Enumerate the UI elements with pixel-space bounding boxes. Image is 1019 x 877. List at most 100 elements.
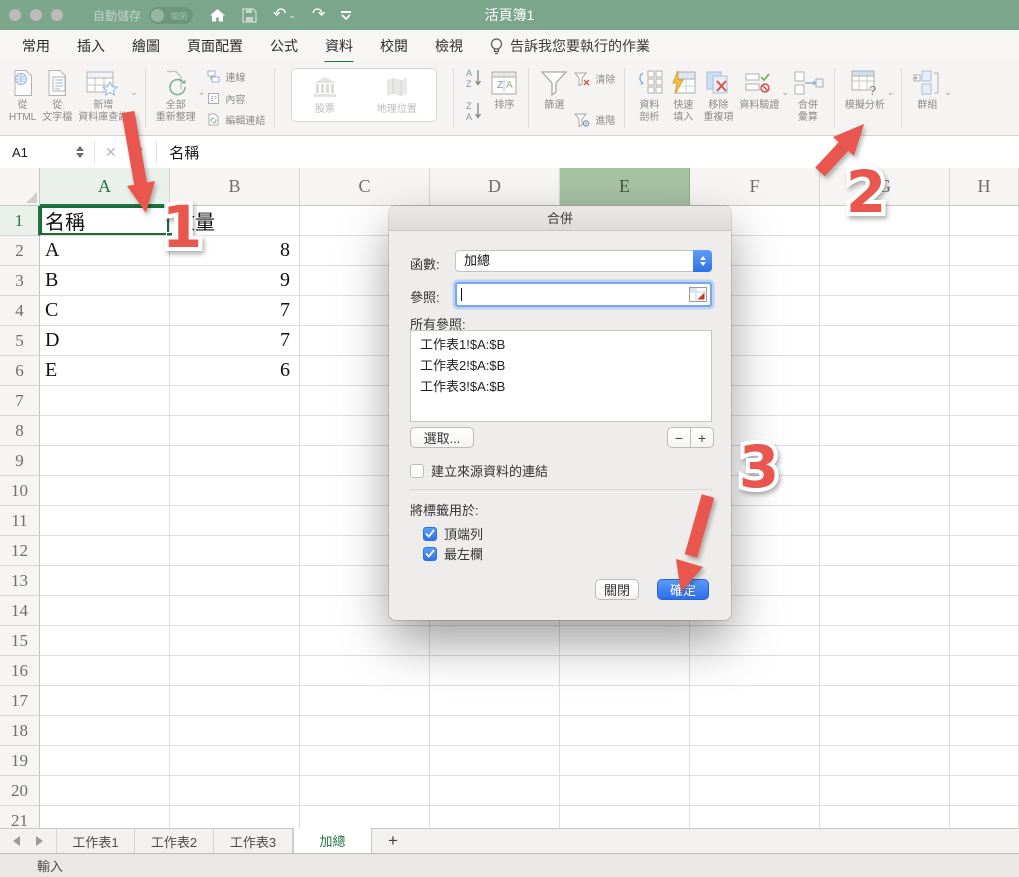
- cell-A21[interactable]: [40, 806, 170, 828]
- filter-button[interactable]: 篩選: [536, 65, 572, 114]
- undo-icon[interactable]: ↶: [273, 7, 286, 23]
- cell-G21[interactable]: [820, 806, 950, 828]
- row-header-20[interactable]: 20: [0, 776, 40, 806]
- text-to-columns-button[interactable]: 資料 剖析: [632, 65, 666, 126]
- checkbox-unchecked-icon[interactable]: [410, 464, 424, 478]
- cell-H9[interactable]: [950, 446, 1019, 476]
- redo-icon[interactable]: ↷: [312, 7, 325, 23]
- cell-H16[interactable]: [950, 656, 1019, 686]
- ribbon-tab-公式[interactable]: 公式: [270, 36, 298, 56]
- cell-G20[interactable]: [820, 776, 950, 806]
- cell-A3[interactable]: B: [40, 266, 170, 296]
- cell-G12[interactable]: [820, 536, 950, 566]
- function-dropdown[interactable]: 加總: [455, 250, 712, 272]
- fill-handle[interactable]: [166, 232, 173, 239]
- cell-G3[interactable]: [820, 266, 950, 296]
- sheet-tab-工作表2[interactable]: 工作表2: [135, 829, 214, 853]
- column-header-E[interactable]: E: [560, 168, 690, 206]
- cell-B17[interactable]: [170, 686, 300, 716]
- data-validation-chevron-icon[interactable]: ⌄: [781, 88, 789, 97]
- reference-item[interactable]: 工作表2!$A:$B: [411, 355, 711, 376]
- prev-sheet-icon[interactable]: [13, 836, 20, 846]
- column-header-C[interactable]: C: [300, 168, 430, 206]
- sheet-tab-工作表3[interactable]: 工作表3: [214, 829, 293, 853]
- references-listbox[interactable]: 工作表1!$A:$B工作表2!$A:$B工作表3!$A:$B: [410, 330, 712, 422]
- cell-G7[interactable]: [820, 386, 950, 416]
- row-header-6[interactable]: 6: [0, 356, 40, 386]
- cell-A7[interactable]: [40, 386, 170, 416]
- link-source-checkbox-row[interactable]: 建立來源資料的連結: [410, 461, 548, 480]
- cell-B18[interactable]: [170, 716, 300, 746]
- cell-G17[interactable]: [820, 686, 950, 716]
- cell-D17[interactable]: [430, 686, 560, 716]
- column-header-G[interactable]: G: [820, 168, 950, 206]
- properties-button[interactable]: 內容: [207, 91, 265, 106]
- cell-G2[interactable]: [820, 236, 950, 266]
- row-header-12[interactable]: 12: [0, 536, 40, 566]
- sheet-tab-加總[interactable]: 加總: [293, 828, 372, 853]
- autosave-toggle[interactable]: 關閉: [149, 7, 193, 24]
- sort-button[interactable]: ZA 排序: [487, 65, 521, 114]
- flash-fill-button[interactable]: 快速 填入: [666, 65, 700, 126]
- cell-H2[interactable]: [950, 236, 1019, 266]
- row-header-2[interactable]: 2: [0, 236, 40, 266]
- ribbon-tab-插入[interactable]: 插入: [77, 36, 105, 56]
- ribbon-tab-繪圖[interactable]: 繪圖: [132, 36, 160, 56]
- cell-F17[interactable]: [690, 686, 820, 716]
- cell-A17[interactable]: [40, 686, 170, 716]
- cell-A18[interactable]: [40, 716, 170, 746]
- cell-B4[interactable]: 7: [170, 296, 300, 326]
- cell-F18[interactable]: [690, 716, 820, 746]
- cell-G10[interactable]: [820, 476, 950, 506]
- column-header-H[interactable]: H: [950, 168, 1019, 206]
- cell-H6[interactable]: [950, 356, 1019, 386]
- row-header-13[interactable]: 13: [0, 566, 40, 596]
- cell-H3[interactable]: [950, 266, 1019, 296]
- insert-function-icon[interactable]: fx: [131, 143, 143, 161]
- cell-B11[interactable]: [170, 506, 300, 536]
- cell-B1[interactable]: 數量: [170, 206, 300, 236]
- select-button[interactable]: 選取...: [410, 427, 474, 448]
- cell-H8[interactable]: [950, 416, 1019, 446]
- ribbon-tab-常用[interactable]: 常用: [22, 36, 50, 56]
- new-database-query-chevron-icon[interactable]: ⌄: [130, 88, 138, 97]
- cell-B12[interactable]: [170, 536, 300, 566]
- remove-reference-button[interactable]: −: [667, 427, 691, 448]
- cell-A10[interactable]: [40, 476, 170, 506]
- top-row-checkbox-row[interactable]: 頂端列: [423, 524, 483, 543]
- cell-H7[interactable]: [950, 386, 1019, 416]
- add-reference-button[interactable]: +: [690, 427, 714, 448]
- save-icon[interactable]: [242, 8, 257, 23]
- row-header-18[interactable]: 18: [0, 716, 40, 746]
- cell-F20[interactable]: [690, 776, 820, 806]
- cell-D15[interactable]: [430, 626, 560, 656]
- cell-G11[interactable]: [820, 506, 950, 536]
- cell-F16[interactable]: [690, 656, 820, 686]
- cancel-entry-icon[interactable]: ✕: [105, 144, 117, 161]
- window-zoom-button[interactable]: [51, 9, 63, 21]
- consolidate-button[interactable]: 合併 彙算: [789, 65, 827, 126]
- ribbon-tab-資料[interactable]: 資料: [325, 36, 353, 56]
- select-all-corner[interactable]: [0, 168, 40, 206]
- cell-G15[interactable]: [820, 626, 950, 656]
- formula-input[interactable]: 名稱: [169, 142, 199, 163]
- edit-links-button[interactable]: 編輯連結: [207, 112, 265, 127]
- cell-C19[interactable]: [300, 746, 430, 776]
- cell-H5[interactable]: [950, 326, 1019, 356]
- new-database-query-button[interactable]: 新增 資料庫查詢: [75, 65, 131, 126]
- cell-G8[interactable]: [820, 416, 950, 446]
- cell-C21[interactable]: [300, 806, 430, 828]
- cell-A11[interactable]: [40, 506, 170, 536]
- row-header-17[interactable]: 17: [0, 686, 40, 716]
- cell-B6[interactable]: 6: [170, 356, 300, 386]
- cell-A2[interactable]: A: [40, 236, 170, 266]
- cell-D18[interactable]: [430, 716, 560, 746]
- next-sheet-icon[interactable]: [36, 836, 43, 846]
- cell-H15[interactable]: [950, 626, 1019, 656]
- clear-filter-button[interactable]: 清除: [574, 71, 615, 86]
- row-header-10[interactable]: 10: [0, 476, 40, 506]
- cell-B16[interactable]: [170, 656, 300, 686]
- row-header-3[interactable]: 3: [0, 266, 40, 296]
- row-header-11[interactable]: 11: [0, 506, 40, 536]
- sort-ascending-button[interactable]: AZ: [463, 67, 485, 94]
